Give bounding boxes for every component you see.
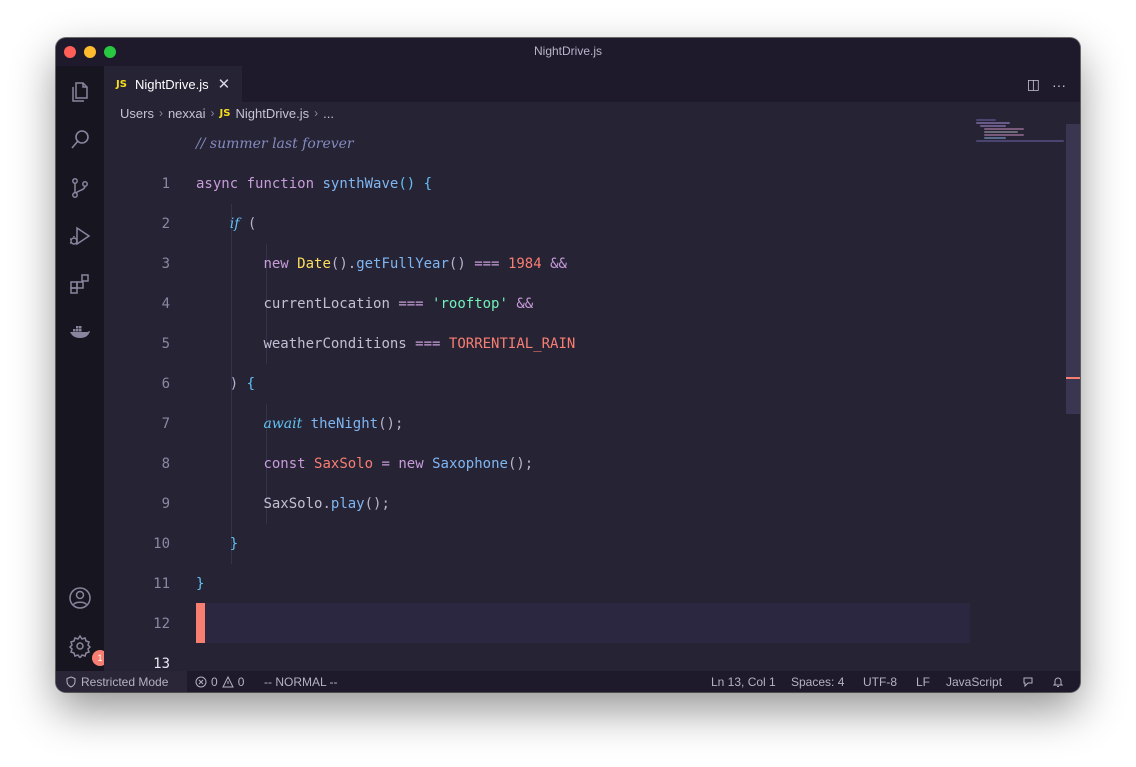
code-line: 2 async function synthWave() { [104, 164, 974, 232]
javascript-file-icon: JS [116, 78, 127, 90]
problems-indicator[interactable]: 0 0 [195, 671, 244, 692]
code-line: 7 ) { [104, 364, 974, 432]
code-line: 12 } [104, 564, 974, 632]
breadcrumb: Users › nexxai › JS NightDrive.js › ... [120, 102, 334, 124]
code-line: 11 } [104, 524, 974, 592]
minimap[interactable] [976, 118, 1068, 148]
code-line: 6 weatherConditions === TORRENTIAL_RAIN [104, 324, 974, 392]
code-line: 1 // summer last forever [104, 124, 974, 192]
search-icon[interactable] [68, 128, 92, 152]
tab-label: NightDrive.js [134, 76, 209, 92]
tab-bar: JS NightDrive.js ✕ ◫ ··· [104, 66, 1080, 102]
chevron-right-icon: › [314, 106, 319, 120]
line-ending[interactable]: LF [916, 671, 930, 692]
code-line: 5 currentLocation === 'rooftop' && [104, 284, 974, 352]
vim-mode: -- NORMAL -- [264, 674, 338, 689]
code-editor[interactable]: 1 // summer last forever 2 async functio… [104, 124, 1080, 672]
error-icon [195, 676, 207, 687]
source-control-icon[interactable] [68, 176, 92, 200]
editor-actions: ◫ ··· [1027, 76, 1066, 93]
bell-icon[interactable] [1052, 671, 1064, 692]
window-title: NightDrive.js [533, 44, 602, 58]
code-line: 3 if ( [104, 204, 974, 272]
code-line: 10 SaxSolo.play(); [104, 484, 974, 552]
code-line-current: 13 [104, 604, 974, 672]
warning-icon [221, 675, 234, 687]
error-count: 0 [211, 674, 218, 689]
split-editor-icon[interactable]: ◫ [1027, 76, 1040, 93]
activity-bar: 1 [56, 66, 108, 671]
explorer-icon[interactable] [68, 80, 92, 104]
shield-icon [66, 675, 76, 688]
breadcrumb-item-users[interactable]: Users [120, 106, 154, 121]
tab-close-icon[interactable]: ✕ [218, 75, 231, 93]
status-bar: Restricted Mode 0 0 -- NORMAL -- Ln 13, … [56, 671, 1080, 692]
tab-nightdrive[interactable]: JS NightDrive.js ✕ [104, 66, 242, 102]
code-line: 9 const SaxSolo = new Saxophone(); [104, 444, 974, 512]
cursor-position[interactable]: Ln 13, Col 1 [711, 671, 776, 692]
javascript-file-icon: JS [219, 107, 231, 119]
breadcrumb-item-file[interactable]: NightDrive.js [235, 106, 309, 121]
breadcrumb-item-symbols[interactable]: ... [323, 106, 334, 121]
language-mode[interactable]: JavaScript [946, 671, 1002, 692]
indentation[interactable]: Spaces: 4 [791, 671, 844, 692]
run-debug-icon[interactable] [68, 224, 92, 248]
settings-gear-icon[interactable]: 1 [68, 634, 108, 666]
editor-window: NightDrive.js 1 JS NightDrive.js ✕ ◫ ···… [56, 38, 1080, 692]
docker-icon[interactable] [68, 320, 92, 344]
chevron-right-icon: › [158, 106, 163, 120]
code-line: 4 new Date().getFullYear() === 1984 && [104, 244, 974, 312]
encoding[interactable]: UTF-8 [863, 671, 897, 692]
account-icon[interactable] [68, 586, 92, 610]
breadcrumb-item-nexxai[interactable]: nexxai [168, 106, 206, 121]
title-bar: NightDrive.js [56, 38, 1080, 66]
more-actions-icon[interactable]: ··· [1052, 76, 1066, 93]
restricted-mode-indicator[interactable]: Restricted Mode [56, 671, 187, 692]
chevron-right-icon: › [210, 106, 215, 120]
warning-count: 0 [237, 674, 245, 689]
extensions-icon[interactable] [68, 272, 92, 296]
code-line: 8 await theNight(); [104, 404, 974, 472]
feedback-icon[interactable] [1022, 671, 1034, 692]
cursor-position-marker [1066, 377, 1080, 379]
scrollbar-thumb[interactable] [1066, 124, 1080, 414]
